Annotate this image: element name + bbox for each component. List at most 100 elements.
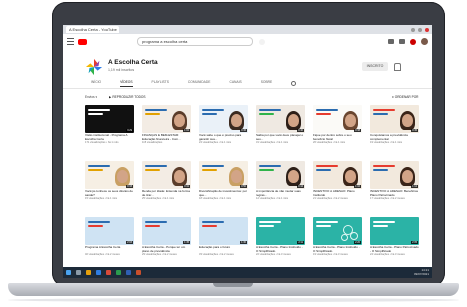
uploads-dropdown[interactable]: Envios ▾	[85, 95, 97, 99]
clock[interactable]: 14:21 09/07/2021	[414, 268, 429, 276]
video-card[interactable]: 1:10 INCENTIVO À ADESÃO: Plano Instituído…	[313, 161, 362, 200]
tab-canais[interactable]: CANAIS	[229, 80, 241, 87]
tab-playlists[interactable]: PLAYLISTS	[152, 80, 169, 87]
video-duration: 0:44	[297, 184, 304, 188]
video-card[interactable]: 1:02 FINANÇAS E BEM-ESTAR: Educação finan…	[142, 105, 191, 144]
video-title[interactable]: Fique por dentro sobre o seu benefício f…	[313, 134, 362, 141]
tab-sobre[interactable]: SOBRE	[261, 80, 273, 87]
video-title[interactable]: FINANÇAS E BEM-ESTAR: Educação financeir…	[142, 134, 191, 141]
video-duration: 0:33	[126, 184, 133, 188]
video-card[interactable]: 1:30 Educação para o futuro 33 visualizaçõ…	[199, 217, 248, 256]
word-icon[interactable]	[126, 270, 131, 275]
video-card[interactable]: 0:50 Diversificação de investimentos: por…	[199, 161, 248, 200]
video-card[interactable]: 2:11 A Escolha Certa - Plano Instituído -…	[256, 217, 305, 256]
search-input[interactable]: programa a escolha certa	[137, 37, 253, 46]
video-thumbnail[interactable]: 1:45	[142, 217, 191, 245]
video-thumbnail[interactable]: 1:10	[313, 161, 362, 189]
video-thumbnail[interactable]: 3:29	[85, 105, 134, 133]
chrome-icon[interactable]	[106, 270, 111, 275]
youtube-logo[interactable]	[78, 38, 87, 45]
video-title[interactable]: A Escolha Certa - Porque ter um plano de…	[142, 246, 191, 253]
video-thumbnail[interactable]: 2:11	[256, 217, 305, 245]
play-all-button[interactable]: ▶ REPRODUZIR TODOS	[109, 95, 146, 99]
video-title[interactable]: Saiba por que você deve planejar o seu..…	[256, 134, 305, 141]
video-thumbnail[interactable]: 0:36	[199, 105, 248, 133]
presenter-face	[402, 170, 413, 183]
video-thumbnail[interactable]: 0:40	[256, 105, 305, 133]
minimize-icon[interactable]	[411, 27, 415, 32]
video-card[interactable]: 1:12 INCENTIVO À ADESÃO: Benefícios Plano…	[370, 161, 419, 200]
video-thumbnail[interactable]: 1:02	[142, 105, 191, 133]
laptop-shadow	[8, 298, 459, 302]
video-thumbnail[interactable]: 0:33	[85, 161, 134, 189]
video-card[interactable]: 0:40 Saiba por que você deve planejar o s…	[256, 105, 305, 144]
video-thumbnail[interactable]: 0:41	[142, 161, 191, 189]
sort-button[interactable]: ≡ ORDENAR POR	[392, 95, 418, 99]
channel-logo-icon[interactable]	[85, 58, 103, 76]
video-title[interactable]: Você sabe o que é preciso para garantir …	[199, 134, 248, 141]
video-title[interactable]: Conquistamos a previdência complementar	[370, 134, 419, 141]
video-title[interactable]: INCENTIVO À ADESÃO: Benefícios Plano Pat…	[370, 190, 419, 197]
powerpoint-icon[interactable]	[136, 270, 141, 275]
tab-videos[interactable]: VÍDEOS	[120, 80, 133, 87]
menu-icon[interactable]	[67, 38, 74, 45]
video-thumbnail[interactable]: 2:20	[313, 217, 362, 245]
video-card[interactable]: 1:45 A Escolha Certa - Porque ter um plan…	[142, 217, 191, 256]
video-thumbnail[interactable]: 1:30	[199, 217, 248, 245]
microphone-icon[interactable]	[259, 38, 265, 45]
video-thumbnail[interactable]: 1:12	[370, 161, 419, 189]
browser-tab[interactable]: A Escolha Certa - YouTube	[66, 26, 119, 33]
video-card[interactable]: 3:29 Visão institucional - Programa A Esc…	[85, 105, 134, 144]
video-title[interactable]: Visão institucional - Programa A Escolha…	[85, 134, 134, 141]
video-card[interactable]: 0:45 Conquistamos a previdência complemen…	[370, 105, 419, 144]
notifications-icon[interactable]	[410, 38, 416, 45]
video-thumbnail[interactable]: 2:03	[85, 217, 134, 245]
video-card[interactable]: 0:36 Você sabe o que é preciso para garan…	[199, 105, 248, 144]
video-meta: 33 visualizações • há 2 meses	[199, 253, 234, 256]
create-video-icon[interactable]	[388, 39, 394, 44]
video-title[interactable]: A Escolha Certa - Plano Instituído - O S…	[256, 246, 305, 253]
subscribe-button[interactable]: INSCRITO	[362, 62, 388, 71]
video-thumbnail[interactable]: 0:50	[199, 161, 248, 189]
avatar[interactable]	[421, 38, 428, 45]
edge-icon[interactable]	[96, 270, 101, 275]
video-duration: 2:05	[411, 240, 418, 244]
video-thumbnail[interactable]: 2:05	[370, 217, 419, 245]
presenter-face	[402, 114, 413, 127]
video-title[interactable]: A Escolha Certa - Plano Patrocinado - O …	[370, 246, 419, 253]
presenter-face	[174, 170, 185, 183]
tab-inicio[interactable]: INÍCIO	[91, 80, 101, 87]
video-title[interactable]: A Escolha Certa - Plano Instituído - O S…	[313, 246, 362, 253]
video-card[interactable]: 2:03 Programa A Escolha Certa 40 visualiza…	[85, 217, 134, 256]
video-card[interactable]: 2:05 A Escolha Certa - Plano Patrocinado …	[370, 217, 419, 256]
video-card[interactable]: 0:41 Renda por Idade: Entenda na forma de…	[142, 161, 191, 200]
video-thumbnail[interactable]: 0:45	[370, 105, 419, 133]
video-title[interactable]: Programa A Escolha Certa	[85, 246, 134, 253]
apps-icon[interactable]	[399, 39, 405, 44]
excel-icon[interactable]	[116, 270, 121, 275]
video-thumbnail[interactable]: 0:38	[313, 105, 362, 133]
video-meta: 19 visualizações • há 3 meses	[313, 253, 348, 256]
video-card[interactable]: 0:33 Você já conhece os seus direitos de …	[85, 161, 134, 200]
video-title[interactable]: Você já conhece os seus direitos de saúd…	[85, 190, 134, 197]
video-title[interactable]: Educação para o futuro	[199, 246, 248, 253]
video-meta: 115 visualizações	[142, 141, 163, 144]
tab-comunidade[interactable]: COMUNIDADE	[188, 80, 211, 87]
video-title[interactable]: Renda por Idade: Entenda na forma de tir…	[142, 190, 191, 197]
video-title[interactable]: Diversificação de investimentos: por que…	[199, 190, 248, 197]
thumbnail-caption	[202, 165, 228, 173]
search-icon[interactable]	[291, 81, 297, 86]
video-thumbnail[interactable]: 0:44	[256, 161, 305, 189]
search-icon[interactable]	[76, 270, 81, 275]
close-icon[interactable]	[425, 27, 429, 32]
video-card[interactable]: 0:38 Fique por dentro sobre o seu benefíc…	[313, 105, 362, 144]
folder-icon[interactable]	[86, 270, 91, 275]
video-title[interactable]: INCENTIVO À ADESÃO: Plano Instituído	[313, 190, 362, 197]
video-card[interactable]: 2:20 A Escolha Certa - Plano Instituído -…	[313, 217, 362, 256]
video-title[interactable]: A importância de não mudar suas regras..…	[256, 190, 305, 197]
start-icon[interactable]	[66, 270, 71, 275]
thumbnail-caption	[145, 165, 171, 173]
video-card[interactable]: 0:44 A importância de não mudar suas regr…	[256, 161, 305, 200]
bell-icon[interactable]	[394, 63, 401, 71]
maximize-icon[interactable]	[418, 27, 422, 32]
